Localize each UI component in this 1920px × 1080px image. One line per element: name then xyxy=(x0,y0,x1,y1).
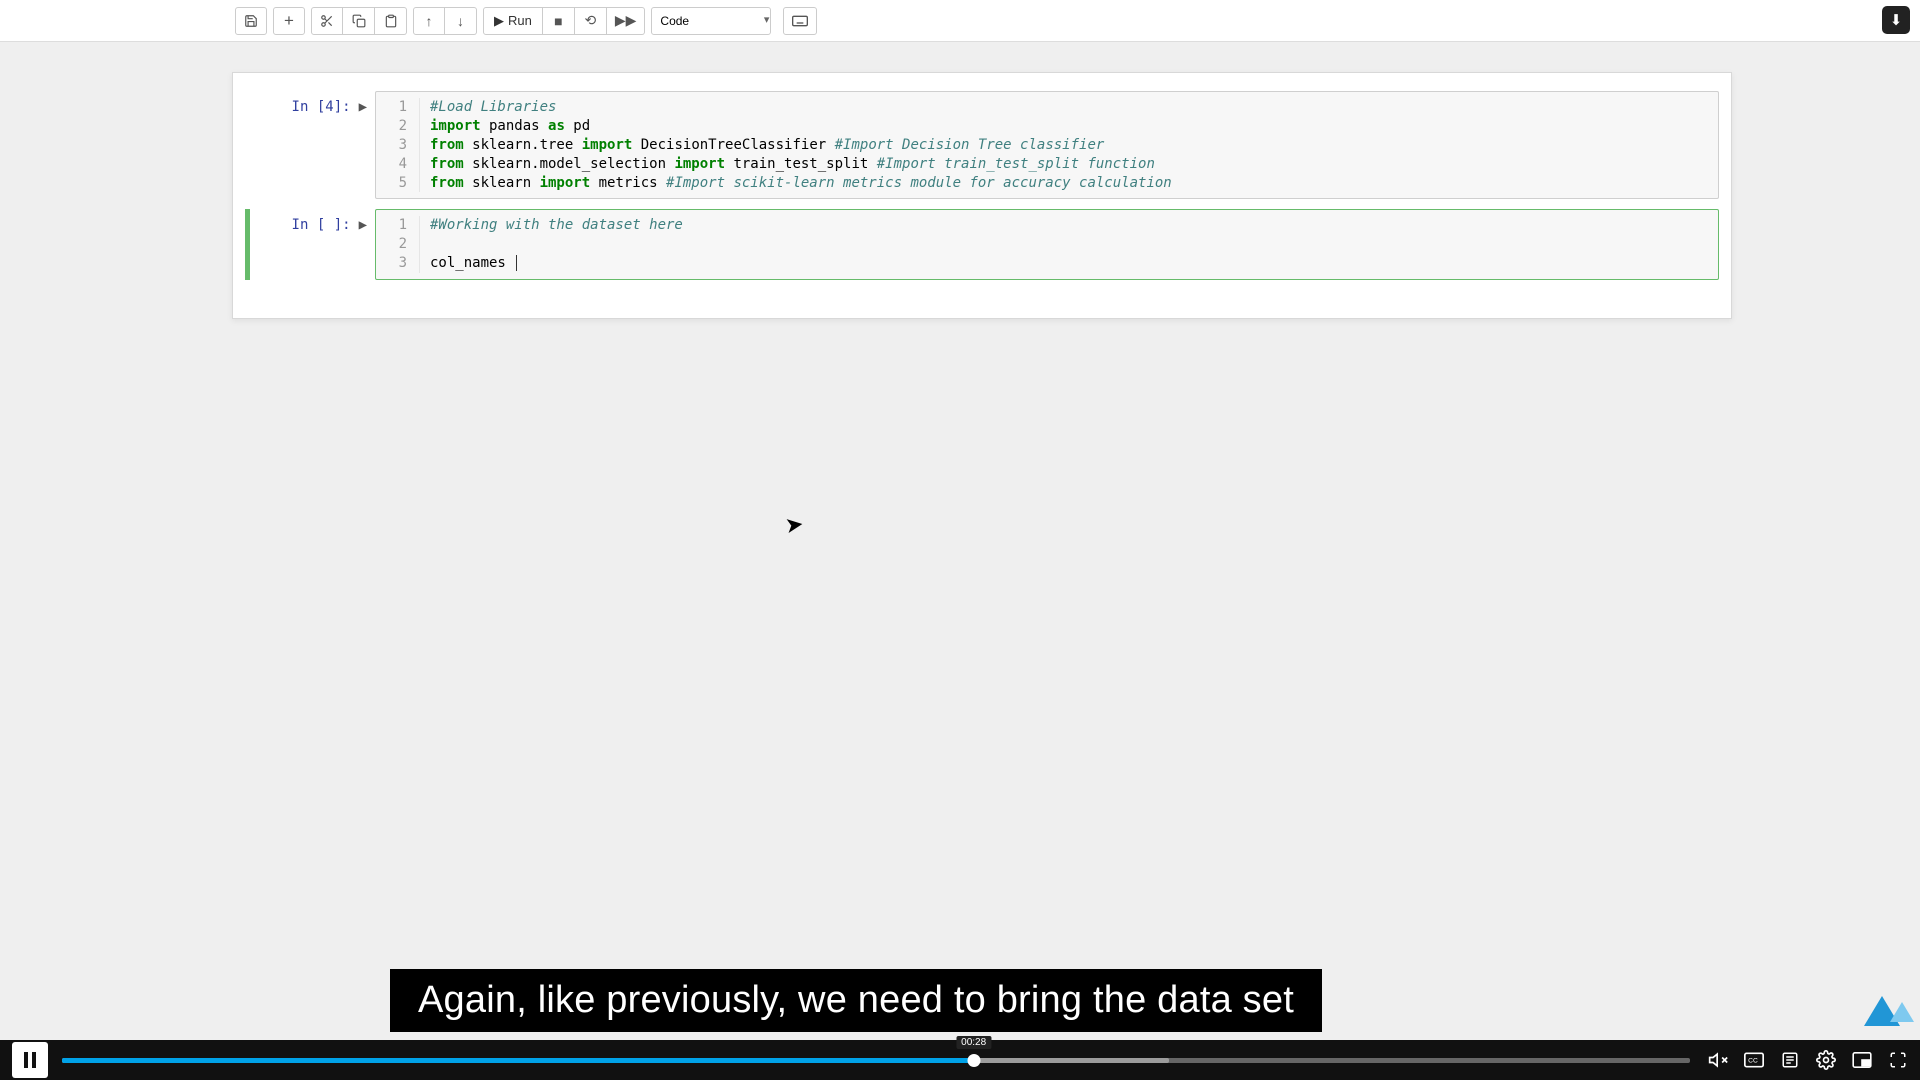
save-button[interactable] xyxy=(235,7,267,35)
transcript-icon xyxy=(1781,1051,1799,1069)
code-text: from sklearn.tree import DecisionTreeCla… xyxy=(430,136,1104,155)
pause-button[interactable] xyxy=(12,1042,48,1078)
restart-button[interactable]: ⟲ xyxy=(575,7,607,35)
fast-forward-icon: ▶▶ xyxy=(615,12,637,29)
mute-button[interactable] xyxy=(1708,1050,1728,1070)
restart-icon: ⟲ xyxy=(584,12,596,29)
code-cell[interactable]: In [ ]: ▶ 1 #Working with the dataset her… xyxy=(245,209,1719,280)
code-line: 1 #Working with the dataset here xyxy=(376,216,1718,235)
code-editor[interactable]: 1 #Working with the dataset here 23 col_nam… xyxy=(375,209,1719,280)
cc-icon: CC xyxy=(1744,1052,1764,1068)
code-line: 3 col_names xyxy=(376,254,1718,273)
copy-icon xyxy=(352,14,366,28)
volume-off-icon xyxy=(1708,1050,1728,1070)
add-cell-button[interactable]: + xyxy=(273,7,305,35)
stop-button[interactable]: ■ xyxy=(543,7,575,35)
fullscreen-button[interactable] xyxy=(1888,1050,1908,1070)
progress-fill xyxy=(62,1058,974,1063)
copy-button[interactable] xyxy=(343,7,375,35)
paste-icon xyxy=(384,14,398,28)
transcript-button[interactable] xyxy=(1780,1050,1800,1070)
code-text: from sklearn.model_selection import trai… xyxy=(430,155,1155,174)
notebook-container: In [4]: ▶ 1 #Load Libraries 2 import pandas… xyxy=(232,72,1732,319)
progress-time-tooltip: 00:28 xyxy=(956,1036,991,1049)
text-caret xyxy=(516,255,517,271)
code-editor[interactable]: 1 #Load Libraries 2 import pandas as pd 3 fro… xyxy=(375,91,1719,199)
restart-run-all-button[interactable]: ▶▶ xyxy=(607,7,646,35)
mouse-cursor-icon: ➤ xyxy=(783,511,805,539)
line-number: 1 xyxy=(376,216,420,235)
progress-track[interactable]: 00:28 xyxy=(62,1058,1690,1063)
cell-prompt: In [ ]: ▶ xyxy=(245,209,375,280)
video-player-bar: 00:28 CC xyxy=(0,1040,1920,1080)
code-line: 1 #Load Libraries xyxy=(376,98,1718,117)
code-text: import pandas as pd xyxy=(430,117,590,136)
cut-button[interactable] xyxy=(311,7,343,35)
code-line: 2 import pandas as pd xyxy=(376,117,1718,136)
code-line: 2 xyxy=(376,235,1718,254)
pip-icon xyxy=(1852,1052,1872,1068)
play-icon: ▶ xyxy=(494,13,504,29)
code-text: #Working with the dataset here xyxy=(430,216,683,235)
notebook-main: In [4]: ▶ 1 #Load Libraries 2 import pandas… xyxy=(0,42,1920,1080)
line-number: 1 xyxy=(376,98,420,117)
save-icon xyxy=(244,14,258,28)
line-number: 5 xyxy=(376,174,420,193)
stop-icon: ■ xyxy=(554,13,562,29)
run-label: Run xyxy=(508,13,532,28)
cell-prompt: In [4]: ▶ xyxy=(245,91,375,199)
command-palette-button[interactable] xyxy=(783,7,817,35)
prompt-text: In [4]: xyxy=(292,99,351,115)
notebook-toolbar: + ↑ ↓ ▶ Run ■ ⟲ ▶▶ xyxy=(0,0,1920,42)
run-cell-icon[interactable]: ▶ xyxy=(359,99,367,115)
code-line: 3 from sklearn.tree import DecisionTreeCl… xyxy=(376,136,1718,155)
line-number: 3 xyxy=(376,136,420,155)
arrow-up-icon: ↑ xyxy=(426,13,433,29)
code-text: from sklearn import metrics #Import scik… xyxy=(430,174,1172,193)
run-cell-icon[interactable]: ▶ xyxy=(359,217,367,233)
cell-type-select[interactable]: Code xyxy=(651,7,771,35)
player-controls-right: CC xyxy=(1708,1050,1908,1070)
code-text: #Load Libraries xyxy=(430,98,556,117)
download-indicator[interactable]: ⬇ xyxy=(1882,6,1910,34)
video-caption: Again, like previously, we need to bring… xyxy=(390,969,1322,1032)
download-icon: ⬇ xyxy=(1890,11,1903,29)
keyboard-icon xyxy=(792,15,808,27)
code-line: 5 from sklearn import metrics #Import sci… xyxy=(376,174,1718,193)
progress-knob[interactable] xyxy=(967,1054,980,1067)
move-up-button[interactable]: ↑ xyxy=(413,7,445,35)
brand-logo xyxy=(1864,996,1902,1034)
move-down-button[interactable]: ↓ xyxy=(445,7,477,35)
arrow-down-icon: ↓ xyxy=(457,13,464,29)
code-text: col_names xyxy=(430,254,517,273)
fullscreen-icon xyxy=(1889,1051,1907,1069)
prompt-text: In [ ]: xyxy=(292,217,351,233)
captions-button[interactable]: CC xyxy=(1744,1050,1764,1070)
line-number: 4 xyxy=(376,155,420,174)
code-cell[interactable]: In [4]: ▶ 1 #Load Libraries 2 import pandas… xyxy=(245,91,1719,199)
cut-icon xyxy=(320,14,334,28)
code-line: 4 from sklearn.model_selection import tra… xyxy=(376,155,1718,174)
paste-button[interactable] xyxy=(375,7,407,35)
run-button[interactable]: ▶ Run xyxy=(483,7,543,35)
plus-icon: + xyxy=(284,12,294,29)
line-number: 2 xyxy=(376,235,420,254)
svg-text:CC: CC xyxy=(1748,1058,1758,1065)
pip-button[interactable] xyxy=(1852,1050,1872,1070)
pause-icon xyxy=(24,1052,36,1068)
line-number: 2 xyxy=(376,117,420,136)
settings-button[interactable] xyxy=(1816,1050,1836,1070)
gear-icon xyxy=(1816,1050,1836,1070)
line-number: 3 xyxy=(376,254,420,273)
